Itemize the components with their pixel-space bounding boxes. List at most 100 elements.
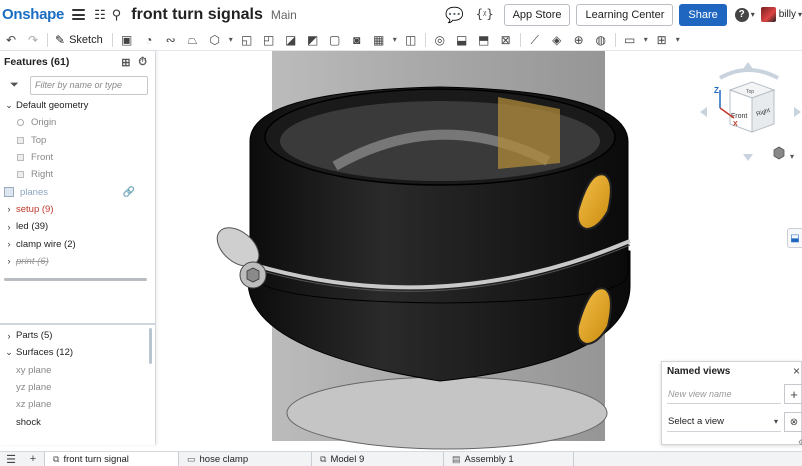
- view-options-icon[interactable]: [773, 146, 785, 160]
- folder-led[interactable]: › led (39): [0, 218, 155, 235]
- tab-label: front turn signal: [63, 453, 129, 465]
- feature-front-plane[interactable]: Front: [0, 149, 155, 166]
- feature-planes[interactable]: planes 🔗: [0, 183, 155, 200]
- share-button[interactable]: Share: [679, 3, 727, 26]
- rotate-arrow-icon[interactable]: [719, 68, 779, 80]
- chevron-right-icon[interactable]: ›: [2, 331, 16, 341]
- tab-front-turn-signal[interactable]: ⧉ front turn signal: [44, 451, 179, 466]
- new-view-name-input[interactable]: New view name: [667, 384, 781, 404]
- delete-view-button[interactable]: ⊗: [784, 412, 802, 432]
- list-item[interactable]: xy plane: [0, 362, 156, 379]
- chevron-down-icon[interactable]: ▾: [226, 35, 236, 44]
- arrow-right-icon[interactable]: [794, 107, 801, 117]
- close-icon[interactable]: ×: [793, 364, 800, 378]
- redo-icon[interactable]: ↷: [22, 29, 44, 51]
- menu-icon[interactable]: [72, 9, 86, 20]
- chevron-down-icon[interactable]: ⌄: [2, 100, 16, 111]
- tab-hose-clamp[interactable]: ▭ hose clamp: [179, 451, 312, 466]
- thicken-icon[interactable]: ⬡: [204, 29, 226, 51]
- chevron-down-icon[interactable]: ▾: [390, 35, 400, 44]
- chevron-down-icon[interactable]: ▾: [641, 35, 651, 44]
- folder-print[interactable]: › print (6): [0, 253, 155, 270]
- draft-icon[interactable]: ◪: [280, 29, 302, 51]
- feature-right-plane[interactable]: Right: [0, 166, 155, 183]
- pattern-icon[interactable]: ▦: [368, 29, 390, 51]
- chamfer-icon[interactable]: ◰: [258, 29, 280, 51]
- filter-row: ⏷ Filter by name or type: [0, 73, 155, 97]
- settings-icon[interactable]: ⚙: [798, 438, 802, 447]
- chevron-right-icon[interactable]: ›: [2, 239, 16, 249]
- hole-icon[interactable]: ◙: [346, 29, 368, 51]
- sketch-button[interactable]: ✎ Sketch: [55, 33, 103, 47]
- boolean-icon[interactable]: ◎: [429, 29, 451, 51]
- sheet-metal-icon[interactable]: ⟋: [524, 29, 546, 51]
- rib-icon[interactable]: ◩: [302, 29, 324, 51]
- split-icon[interactable]: ⬓: [451, 29, 473, 51]
- folder-setup[interactable]: › setup (9): [0, 201, 155, 218]
- variables-icon[interactable]: {ᵡ}: [476, 7, 494, 22]
- parts-folder[interactable]: › Parts (5): [0, 327, 156, 344]
- link-icon[interactable]: 🔗: [123, 187, 135, 198]
- horizontal-scrollbar[interactable]: [4, 278, 147, 281]
- add-tab-icon[interactable]: +: [22, 453, 44, 465]
- chevron-down-icon[interactable]: ▾: [673, 35, 683, 44]
- tab-assembly-1[interactable]: ▤ Assembly 1: [444, 451, 574, 466]
- comments-icon[interactable]: 💬: [445, 6, 464, 24]
- arrow-up-icon[interactable]: [743, 62, 753, 69]
- chevron-right-icon[interactable]: ›: [2, 204, 16, 214]
- select-view-dropdown[interactable]: Select a view ▾: [667, 412, 781, 432]
- arrow-down-icon[interactable]: [743, 154, 753, 161]
- help-icon[interactable]: ?: [734, 7, 749, 22]
- chevron-right-icon[interactable]: ›: [2, 256, 16, 266]
- plane-icon[interactable]: ◈: [546, 29, 568, 51]
- chevron-down-icon[interactable]: ⌄: [2, 347, 16, 358]
- chevron-down-icon[interactable]: ▾: [798, 10, 802, 19]
- user-name[interactable]: billy: [779, 9, 796, 20]
- plane-tool-icon[interactable]: ▭: [619, 29, 641, 51]
- feature-top-plane[interactable]: Top: [0, 132, 155, 149]
- default-geometry-folder[interactable]: ⌄ Default geometry: [0, 97, 155, 114]
- chevron-down-icon[interactable]: ▾: [790, 152, 794, 161]
- filter-input[interactable]: Filter by name or type: [30, 75, 148, 95]
- tab-list-icon[interactable]: ☰: [0, 453, 22, 466]
- chevron-right-icon[interactable]: ›: [2, 222, 16, 232]
- revolve-icon[interactable]: ◔: [138, 29, 160, 51]
- rollback-timer-icon[interactable]: ⏱: [138, 56, 147, 69]
- document-menu-icon[interactable]: ☷: [94, 8, 106, 21]
- arrow-left-icon[interactable]: [700, 107, 707, 117]
- fillet-icon[interactable]: ◱: [236, 29, 258, 51]
- document-title[interactable]: front turn signals: [131, 6, 263, 24]
- list-item[interactable]: yz plane: [0, 379, 156, 396]
- add-folder-icon[interactable]: ⊞: [121, 56, 130, 69]
- filter-icon: ⏷: [10, 78, 19, 91]
- workspace-label[interactable]: Main: [271, 8, 297, 22]
- vertical-scrollbar[interactable]: [149, 328, 152, 364]
- transform-icon[interactable]: ⬒: [473, 29, 495, 51]
- mate-connector-icon[interactable]: ⊕: [568, 29, 590, 51]
- add-custom-feature-icon[interactable]: ⊞: [651, 29, 673, 51]
- surfaces-folder[interactable]: ⌄ Surfaces (12): [0, 344, 156, 361]
- learning-center-button[interactable]: Learning Center: [576, 3, 674, 26]
- onshape-logo[interactable]: Onshape: [2, 6, 64, 23]
- feature-origin[interactable]: Origin: [0, 114, 155, 131]
- list-item[interactable]: xz plane: [0, 396, 156, 413]
- view-cube[interactable]: Top Front Right Z X: [700, 60, 802, 170]
- versions-icon[interactable]: ⚲: [112, 8, 122, 21]
- panel-splitter[interactable]: [0, 323, 156, 325]
- chevron-down-icon[interactable]: ▾: [751, 10, 755, 19]
- mirror-icon[interactable]: ◫: [400, 29, 422, 51]
- tab-model-9[interactable]: ⧉ Model 9: [312, 451, 444, 466]
- list-item[interactable]: shock: [0, 413, 156, 430]
- delete-part-icon[interactable]: ⊠: [495, 29, 517, 51]
- avatar[interactable]: [760, 7, 776, 22]
- shell-icon[interactable]: ▢: [324, 29, 346, 51]
- helix-icon[interactable]: ◍: [590, 29, 612, 51]
- folder-clamp-wire[interactable]: › clamp wire (2): [0, 235, 155, 252]
- appearance-panel-icon[interactable]: ⬓: [787, 228, 802, 248]
- add-view-button[interactable]: +: [784, 384, 802, 404]
- loft-icon[interactable]: ⏢: [182, 29, 204, 51]
- undo-icon[interactable]: ↶: [0, 29, 22, 51]
- app-store-button[interactable]: App Store: [503, 3, 571, 26]
- extrude-icon[interactable]: ▣: [116, 29, 138, 51]
- sweep-icon[interactable]: ∾: [160, 29, 182, 51]
